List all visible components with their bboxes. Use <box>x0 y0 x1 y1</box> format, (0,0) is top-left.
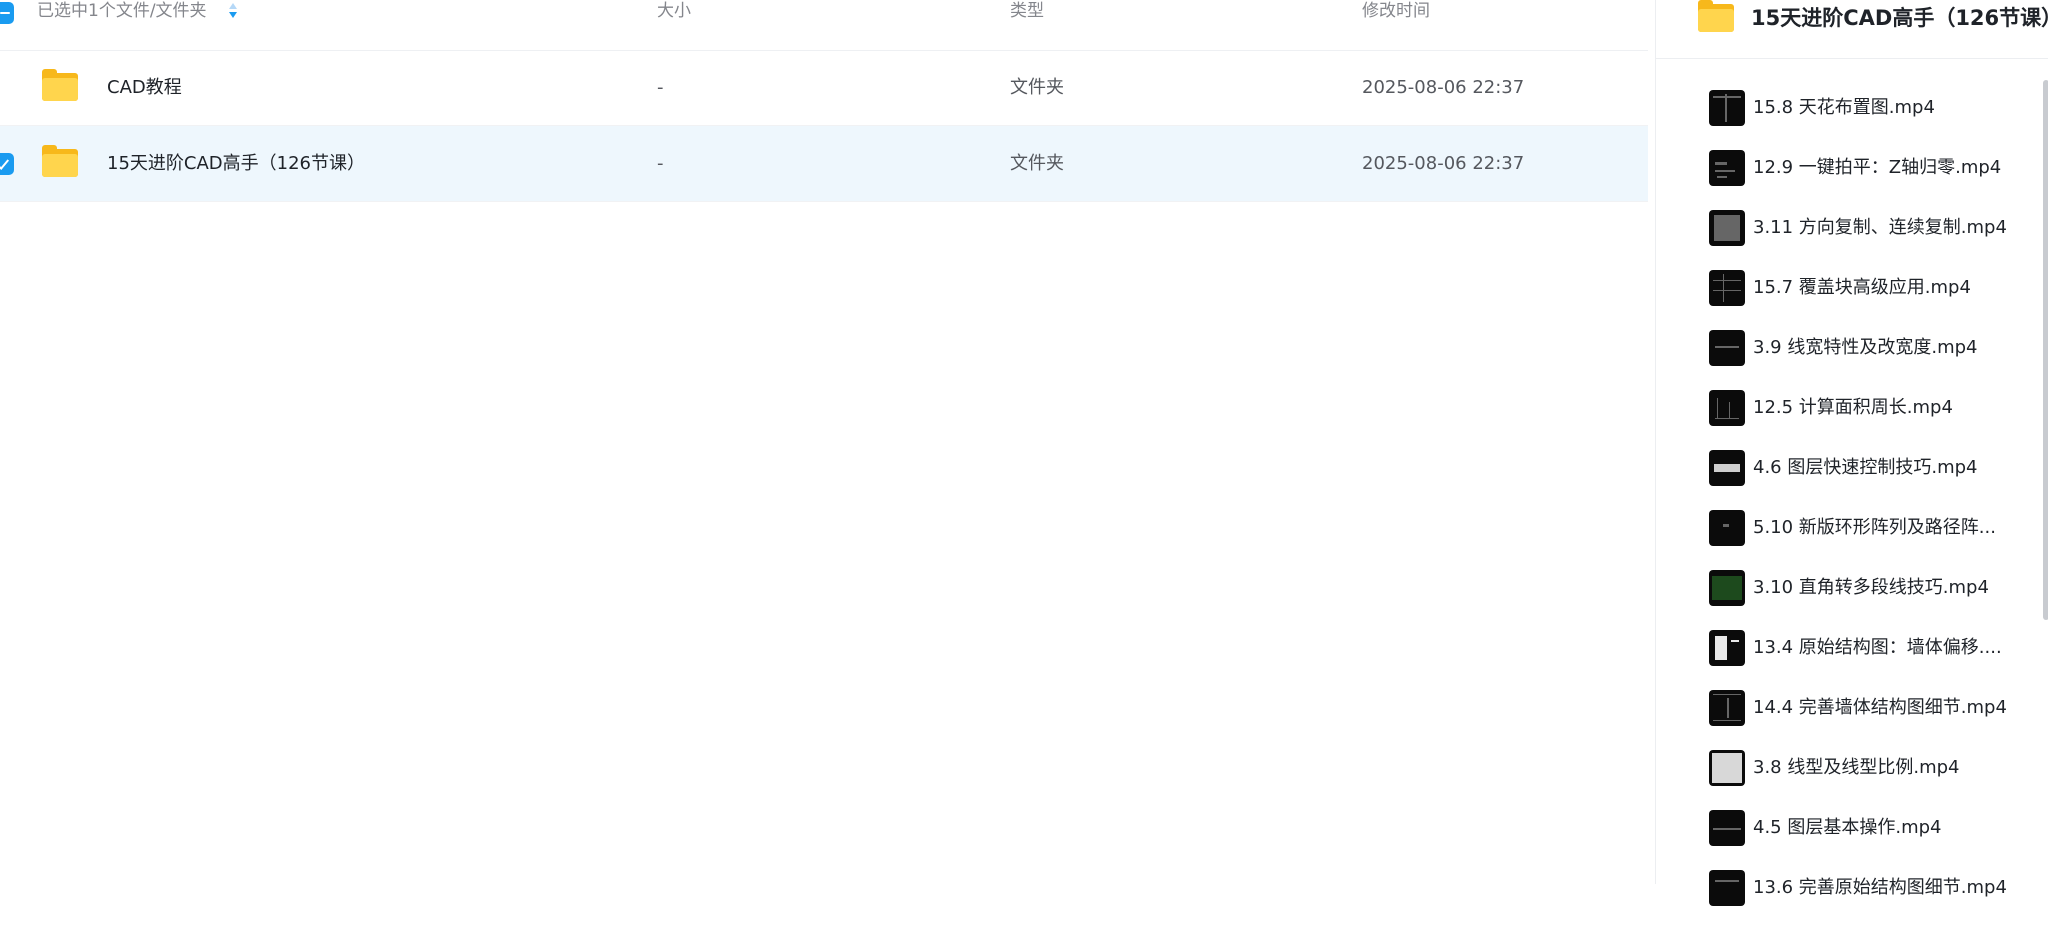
table-row[interactable]: 15天进阶CAD高手（126节课） - 文件夹 2025-08-06 22:37 <box>0 126 1648 202</box>
video-thumbnail-icon <box>1709 450 1745 486</box>
video-thumbnail-icon <box>1709 870 1745 906</box>
list-item[interactable]: 4.5 图层基本操作.mp4 <box>1656 810 2036 870</box>
file-list-header: 已选中1个文件/文件夹 大小 类型 修改时间 <box>0 0 1648 51</box>
video-thumbnail-icon <box>1709 210 1745 246</box>
table-row[interactable]: CAD教程 - 文件夹 2025-08-06 22:37 <box>0 50 1648 126</box>
sort-icon[interactable] <box>227 3 239 21</box>
video-thumbnail-icon <box>1709 570 1745 606</box>
file-type: 文件夹 <box>1010 77 1064 98</box>
column-header-type[interactable]: 类型 <box>1010 0 1044 22</box>
panel-header: 15天进阶CAD高手（126节课） <box>1656 0 2048 59</box>
select-all-checkbox[interactable] <box>0 2 14 24</box>
video-thumbnail-icon <box>1709 810 1745 846</box>
column-header-modified[interactable]: 修改时间 <box>1362 0 1430 22</box>
folder-icon <box>1698 0 1734 32</box>
list-item[interactable]: 12.5 计算面积周长.mp4 <box>1656 390 2036 450</box>
file-name[interactable]: 15.8 天花布置图.mp4 <box>1753 96 2023 120</box>
file-name[interactable]: 15天进阶CAD高手（126节课） <box>107 152 365 176</box>
panel-title: 15天进阶CAD高手（126节课） <box>1751 6 2048 30</box>
list-item[interactable]: 3.9 线宽特性及改宽度.mp4 <box>1656 330 2036 390</box>
list-item[interactable]: 5.10 新版环形阵列及路径阵... <box>1656 510 2036 570</box>
panel-scrollbar[interactable] <box>2043 80 2048 620</box>
file-name[interactable]: 13.4 原始结构图：墙体偏移.... <box>1753 636 2023 660</box>
selection-count-label: 已选中1个文件/文件夹 <box>37 1 207 21</box>
file-name[interactable]: 13.6 完善原始结构图细节.mp4 <box>1753 876 2023 900</box>
file-size: - <box>657 153 664 174</box>
list-item[interactable]: 3.8 线型及线型比例.mp4 <box>1656 750 2036 810</box>
column-header-size[interactable]: 大小 <box>657 0 691 22</box>
list-item[interactable]: 13.4 原始结构图：墙体偏移.... <box>1656 630 2036 690</box>
list-item[interactable]: 14.4 完善墙体结构图细节.mp4 <box>1656 690 2036 750</box>
list-item[interactable]: 3.10 直角转多段线技巧.mp4 <box>1656 570 2036 630</box>
video-thumbnail-icon <box>1709 690 1745 726</box>
file-modified: 2025-08-06 22:37 <box>1362 77 1525 98</box>
folder-icon <box>42 69 78 101</box>
file-list: 已选中1个文件/文件夹 大小 类型 修改时间 CAD教程 - 文件夹 2025-… <box>0 0 1655 884</box>
video-thumbnail-icon <box>1709 90 1745 126</box>
file-size: - <box>657 77 664 98</box>
video-thumbnail-icon <box>1709 750 1745 786</box>
video-thumbnail-icon <box>1709 150 1745 186</box>
file-type: 文件夹 <box>1010 153 1064 174</box>
video-thumbnail-icon <box>1709 510 1745 546</box>
video-thumbnail-icon <box>1709 330 1745 366</box>
file-name[interactable]: 3.8 线型及线型比例.mp4 <box>1753 756 2023 780</box>
file-name[interactable]: 12.9 一键拍平：Z轴归零.mp4 <box>1753 156 2023 180</box>
file-modified: 2025-08-06 22:37 <box>1362 153 1525 174</box>
video-thumbnail-icon <box>1709 630 1745 666</box>
list-item[interactable]: 12.9 一键拍平：Z轴归零.mp4 <box>1656 150 2036 210</box>
file-name[interactable]: 5.10 新版环形阵列及路径阵... <box>1753 516 2023 540</box>
file-name[interactable]: 3.10 直角转多段线技巧.mp4 <box>1753 576 2023 600</box>
folder-preview-panel: 15天进阶CAD高手（126节课） 15.8 天花布置图.mp4 12.9 一键拍… <box>1655 0 2048 906</box>
file-name[interactable]: 3.9 线宽特性及改宽度.mp4 <box>1753 336 2023 360</box>
list-item[interactable]: 13.6 完善原始结构图细节.mp4 <box>1656 870 2036 930</box>
row-checkbox[interactable] <box>0 153 14 175</box>
file-name[interactable]: 4.5 图层基本操作.mp4 <box>1753 816 2023 840</box>
file-name[interactable]: CAD教程 <box>107 76 182 100</box>
list-item[interactable]: 4.6 图层快速控制技巧.mp4 <box>1656 450 2036 510</box>
file-name[interactable]: 15.7 覆盖块高级应用.mp4 <box>1753 276 2023 300</box>
file-name[interactable]: 14.4 完善墙体结构图细节.mp4 <box>1753 696 2023 720</box>
list-item[interactable]: 15.7 覆盖块高级应用.mp4 <box>1656 270 2036 330</box>
list-item[interactable]: 3.11 方向复制、连续复制.mp4 <box>1656 210 2036 270</box>
file-name[interactable]: 12.5 计算面积周长.mp4 <box>1753 396 2023 420</box>
folder-icon <box>42 145 78 177</box>
video-thumbnail-icon <box>1709 270 1745 306</box>
file-name[interactable]: 3.11 方向复制、连续复制.mp4 <box>1753 216 2023 240</box>
file-name[interactable]: 4.6 图层快速控制技巧.mp4 <box>1753 456 2023 480</box>
video-thumbnail-icon <box>1709 390 1745 426</box>
list-item[interactable]: 15.8 天花布置图.mp4 <box>1656 90 2036 150</box>
